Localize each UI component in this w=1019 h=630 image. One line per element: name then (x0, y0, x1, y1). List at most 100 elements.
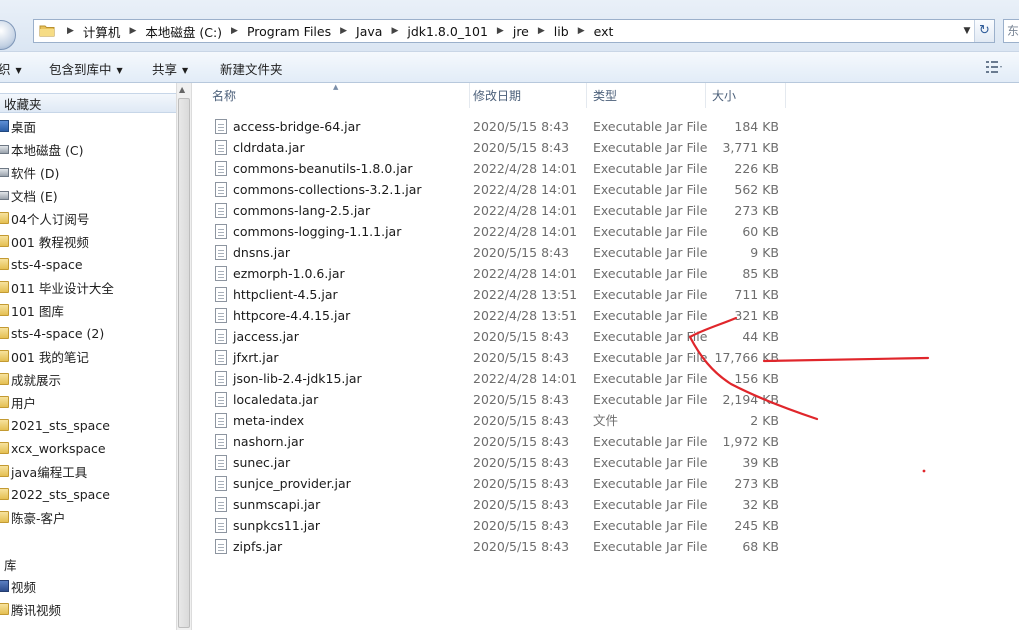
include-in-library-button[interactable]: 包含到库中 ▼ (49, 59, 123, 78)
file-row[interactable]: localedata.jar 2020/5/15 8:43 Executable J… (212, 389, 792, 410)
file-name: access-bridge-64.jar (233, 119, 361, 134)
file-row[interactable]: sunec.jar 2020/5/15 8:43 Executable Jar Fi… (212, 452, 792, 473)
file-row[interactable]: jaccess.jar 2020/5/15 8:43 Executable Jar … (212, 326, 792, 347)
file-icon (215, 455, 227, 470)
share-label: 共享 (152, 62, 178, 77)
file-date: 2022/4/28 14:01 (473, 266, 578, 281)
file-row[interactable]: httpcore-4.4.15.jar 2022/4/28 13:51 Execut… (212, 305, 792, 326)
chevron-right-icon[interactable]: ▶ (222, 26, 247, 36)
file-date: 2022/4/28 14:01 (473, 203, 578, 218)
column-header-type[interactable]: 类型 (587, 83, 706, 108)
file-size: 32 KB (742, 497, 779, 512)
file-size: 273 KB (734, 476, 779, 491)
nav-scrollbar[interactable]: ▲ (176, 83, 192, 630)
chevron-right-icon[interactable]: ▶ (382, 26, 407, 36)
nav-item[interactable]: java编程工具 (0, 461, 87, 481)
nav-item[interactable]: 用户 (0, 392, 36, 412)
breadcrumb-program-files[interactable]: Program Files (247, 24, 331, 39)
nav-item[interactable]: 成就展示 (0, 369, 61, 389)
nav-item[interactable]: 2021_sts_space (0, 415, 110, 435)
file-row[interactable]: sunjce_provider.jar 2020/5/15 8:43 Executa… (212, 473, 792, 494)
library-item[interactable]: 视频 (0, 576, 36, 596)
file-row[interactable]: jfxrt.jar 2020/5/15 8:43 Executable Jar Fi… (212, 347, 792, 368)
file-row[interactable]: httpclient-4.5.jar 2022/4/28 13:51 Executa… (212, 284, 792, 305)
breadcrumb-c-drive[interactable]: 本地磁盘 (C:) (145, 22, 222, 41)
nav-item[interactable]: sts-4-space (0, 254, 83, 274)
chevron-right-icon[interactable]: ▶ (331, 26, 356, 36)
nav-item[interactable]: 文档 (E) (0, 185, 58, 205)
organize-button[interactable]: 织 ▼ (0, 59, 22, 78)
column-header-date[interactable]: 修改日期 (467, 83, 587, 108)
drive-icon (0, 190, 9, 200)
nav-item[interactable]: 101 图库 (0, 300, 64, 320)
address-bar[interactable]: ▶ 计算机 ▶ 本地磁盘 (C:) ▶ Program Files ▶ Java… (33, 19, 995, 43)
address-dropdown-icon[interactable]: ▼ (960, 20, 974, 42)
file-icon (215, 161, 227, 176)
back-button[interactable] (0, 20, 16, 50)
file-row[interactable]: commons-logging-1.1.1.jar 2022/4/28 14:01… (212, 221, 792, 242)
file-row[interactable]: access-bridge-64.jar 2020/5/15 8:43 Execut… (212, 116, 792, 137)
file-row[interactable]: commons-collections-3.2.1.jar 2022/4/28 1… (212, 179, 792, 200)
nav-item-label: 文档 (E) (11, 188, 58, 204)
breadcrumb-computer[interactable]: 计算机 (83, 22, 121, 41)
file-row[interactable]: ezmorph-1.0.6.jar 2022/4/28 14:01 Executab… (212, 263, 792, 284)
breadcrumb-lib[interactable]: lib (554, 24, 569, 39)
file-size: 2 KB (750, 413, 779, 428)
file-row[interactable]: dnsns.jar 2020/5/15 8:43 Executable Jar Fi… (212, 242, 792, 263)
nav-item-label: 101 图库 (11, 303, 64, 319)
nav-item[interactable]: 001 教程视频 (0, 231, 89, 251)
file-row[interactable]: json-lib-2.4-jdk15.jar 2022/4/28 14:01 Exe… (212, 368, 792, 389)
file-name: meta-index (233, 413, 305, 428)
chevron-right-icon[interactable]: ▶ (120, 26, 145, 36)
favorites-header[interactable]: 收藏夹 (0, 93, 176, 113)
file-row[interactable]: cldrdata.jar 2020/5/15 8:43 Executable Jar… (212, 137, 792, 158)
new-folder-button[interactable]: 新建文件夹 (220, 59, 283, 78)
file-row[interactable]: nashorn.jar 2020/5/15 8:43 Executable Jar … (212, 431, 792, 452)
file-type: Executable Jar File (593, 224, 708, 239)
nav-item[interactable]: 011 毕业设计大全 (0, 277, 114, 297)
file-row[interactable]: sunmscapi.jar 2020/5/15 8:43 Executable Ja… (212, 494, 792, 515)
file-size: 562 KB (734, 182, 779, 197)
nav-item[interactable]: xcx_workspace (0, 438, 106, 458)
nav-item[interactable]: 001 我的笔记 (0, 346, 89, 366)
file-type: Executable Jar File (593, 497, 708, 512)
file-row[interactable]: meta-index 2020/5/15 8:43 文件 2 KB (212, 410, 792, 431)
nav-item[interactable]: 桌面 (0, 116, 36, 136)
chevron-right-icon[interactable]: ▶ (529, 26, 554, 36)
nav-item[interactable]: 04个人订阅号 (0, 208, 89, 228)
search-input[interactable]: 东 (1003, 19, 1019, 43)
chevron-right-icon[interactable]: ▶ (58, 26, 83, 36)
file-date: 2022/4/28 14:01 (473, 161, 578, 176)
file-row[interactable]: commons-beanutils-1.8.0.jar 2022/4/28 14:… (212, 158, 792, 179)
view-options-icon[interactable] (984, 58, 1004, 76)
breadcrumb-ext[interactable]: ext (594, 24, 614, 39)
nav-item[interactable]: 陈豪-客户 (0, 507, 66, 527)
chevron-right-icon[interactable]: ▶ (569, 26, 594, 36)
chevron-down-icon: ▼ (15, 66, 22, 75)
scroll-up-icon[interactable]: ▲ (179, 85, 185, 94)
scrollbar-thumb[interactable] (178, 98, 190, 628)
nav-item[interactable]: 本地磁盘 (C) (0, 139, 83, 159)
file-date: 2020/5/15 8:43 (473, 119, 570, 134)
breadcrumb-java[interactable]: Java (356, 24, 382, 39)
nav-item[interactable]: 软件 (D) (0, 162, 59, 182)
file-date: 2020/5/15 8:43 (473, 434, 570, 449)
libraries-header[interactable]: 库 (0, 554, 17, 574)
folder-icon (0, 235, 9, 247)
file-row[interactable]: commons-lang-2.5.jar 2022/4/28 14:01 Execu… (212, 200, 792, 221)
file-icon (215, 371, 227, 386)
chevron-right-icon[interactable]: ▶ (488, 26, 513, 36)
nav-item[interactable]: 2022_sts_space (0, 484, 110, 504)
nav-item[interactable]: sts-4-space (2) (0, 323, 104, 343)
file-row[interactable]: zipfs.jar 2020/5/15 8:43 Executable Jar Fi… (212, 536, 792, 557)
file-name: ezmorph-1.0.6.jar (233, 266, 345, 281)
library-item[interactable]: 腾讯视频 (0, 599, 61, 619)
file-row[interactable]: sunpkcs11.jar 2020/5/15 8:43 Executable Ja… (212, 515, 792, 536)
refresh-icon[interactable]: ↻ (974, 20, 994, 42)
breadcrumb-jre[interactable]: jre (513, 24, 529, 39)
file-icon (215, 413, 227, 428)
file-size: 1,972 KB (722, 434, 779, 449)
breadcrumb-jdk[interactable]: jdk1.8.0_101 (407, 24, 488, 39)
share-button[interactable]: 共享 ▼ (152, 59, 188, 78)
column-header-size[interactable]: 大小 (706, 83, 786, 108)
